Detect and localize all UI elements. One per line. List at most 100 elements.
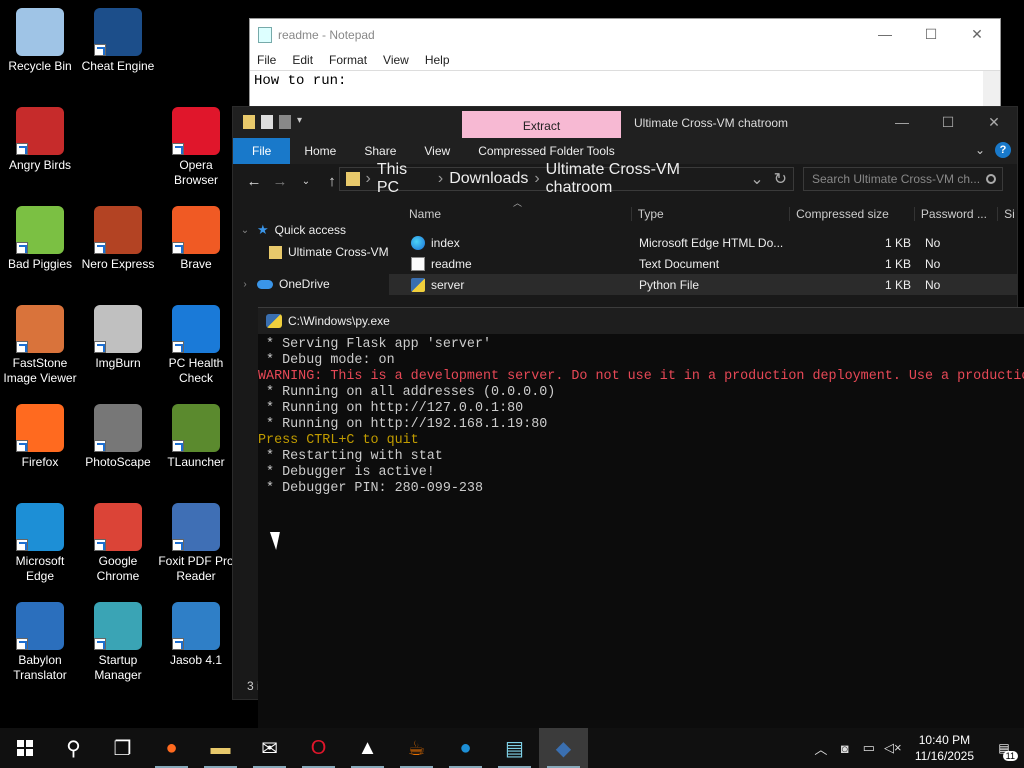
console-output[interactable]: * Serving Flask app 'server' * Debug mod… xyxy=(258,334,1024,497)
customize-toolbar-icon[interactable]: ▾ xyxy=(297,115,309,129)
desktop-icon-cheat-engine[interactable]: Cheat Engine xyxy=(78,8,158,74)
chevron-down-icon[interactable]: ⌄ xyxy=(233,225,257,236)
desktop-icon-babylon-translator[interactable]: Babylon Translator xyxy=(0,602,80,683)
desktop-icon-angry-birds[interactable]: Angry Birds xyxy=(0,107,80,173)
console-window[interactable]: C:\Windows\py.exe * Serving Flask app 's… xyxy=(258,307,1024,728)
search-box[interactable]: Search Ultimate Cross-VM ch... xyxy=(803,167,1003,191)
volume-muted-icon[interactable]: ◁× xyxy=(881,740,905,756)
column-compressed-size[interactable]: Compressed size xyxy=(789,207,914,221)
desktop-icon-google-chrome[interactable]: Google Chrome xyxy=(78,503,158,584)
notepad-window[interactable]: readme - Notepad — ☐ ✕ File Edit Format … xyxy=(249,18,1001,110)
desktop-icon-jasob-4-1[interactable]: Jasob 4.1 xyxy=(156,602,236,668)
notification-center-button[interactable]: ▤ 11 xyxy=(984,741,1024,761)
firefox-icon: ● xyxy=(165,736,178,759)
taskbar-edge-button[interactable]: ● xyxy=(441,728,490,768)
expand-ribbon-icon[interactable]: ⌄ xyxy=(975,143,985,157)
close-button[interactable]: ✕ xyxy=(954,26,1000,43)
search-input[interactable]: Search Ultimate Cross-VM ch... xyxy=(812,172,980,186)
desktop-icon-bad-piggies[interactable]: Bad Piggies xyxy=(0,206,80,272)
desktop-icon-opera-browser[interactable]: Opera Browser xyxy=(156,107,236,188)
desktop-icon-imgburn[interactable]: ImgBurn xyxy=(78,305,158,371)
notepad-editor[interactable]: How to run: xyxy=(250,70,1000,110)
menu-view[interactable]: View xyxy=(383,53,409,67)
desktop-icon-foxit-pdf-pro-reader[interactable]: Foxit PDF Pro Reader xyxy=(156,503,236,584)
desktop-icon-faststone-image-viewer[interactable]: FastStone Image Viewer xyxy=(0,305,80,386)
desktop-icon-nero-express[interactable]: Nero Express xyxy=(78,206,158,272)
address-bar[interactable]: › This PC › Downloads › Ultimate Cross-V… xyxy=(339,161,794,196)
network-icon[interactable]: ▭ xyxy=(857,740,881,756)
nav-quick-access[interactable]: ⌄ ★ Quick access xyxy=(233,219,389,241)
breadcrumb-current-folder[interactable]: Ultimate Cross-VM chatroom xyxy=(546,161,745,197)
taskbar-python-button[interactable]: ◆ xyxy=(539,728,588,768)
jasob-4-1-icon xyxy=(172,602,220,650)
taskbar-firefox-button[interactable]: ● xyxy=(147,728,196,768)
file-row-readme[interactable]: readme Text Document 1 KB No xyxy=(389,253,1017,274)
clock[interactable]: 10:40 PM 11/16/2025 xyxy=(905,732,984,764)
chevron-right-icon[interactable]: › xyxy=(366,170,371,188)
desktop-icon-label: Jasob 4.1 xyxy=(169,653,223,667)
chevron-up-icon[interactable]: ︿ xyxy=(809,739,833,758)
notepad-titlebar[interactable]: readme - Notepad — ☐ ✕ xyxy=(250,19,1000,50)
column-name[interactable]: Name xyxy=(389,207,631,221)
tab-file[interactable]: File xyxy=(233,138,291,164)
maximize-button[interactable]: ☐ xyxy=(925,107,971,138)
desktop-icon-tlauncher[interactable]: TLauncher xyxy=(156,404,236,470)
help-icon[interactable]: ? xyxy=(995,142,1011,158)
vertical-scrollbar[interactable] xyxy=(983,71,1000,110)
desktop-icon-microsoft-edge[interactable]: Microsoft Edge xyxy=(0,503,80,584)
menu-file[interactable]: File xyxy=(257,53,276,67)
close-button[interactable]: ✕ xyxy=(971,107,1017,138)
minimize-button[interactable]: — xyxy=(862,26,908,43)
desktop-icon-startup-manager[interactable]: Startup Manager xyxy=(78,602,158,683)
forward-arrow-icon[interactable]: → xyxy=(267,173,293,190)
breadcrumb-this-pc[interactable]: This PC xyxy=(377,161,432,197)
menu-help[interactable]: Help xyxy=(425,53,450,67)
back-arrow-icon[interactable]: ← xyxy=(241,173,267,190)
tab-home[interactable]: Home xyxy=(290,138,350,164)
desktop-icon-photoscape[interactable]: PhotoScape xyxy=(78,404,158,470)
desktop-icon-pc-health-check[interactable]: PC Health Check xyxy=(156,305,236,386)
chevron-down-icon[interactable]: ⌄ xyxy=(750,169,763,189)
chevron-right-icon[interactable]: › xyxy=(438,170,443,188)
minimize-button[interactable]: — xyxy=(879,107,925,138)
properties-icon[interactable] xyxy=(261,115,273,129)
chevron-right-icon[interactable]: › xyxy=(233,279,257,290)
maximize-button[interactable]: ☐ xyxy=(908,26,954,43)
column-password[interactable]: Password ... xyxy=(913,207,997,221)
folder-icon xyxy=(269,245,282,259)
camera-icon[interactable]: ◙ xyxy=(833,741,857,756)
recent-locations-icon[interactable]: ⌄ xyxy=(293,176,319,187)
taskbar-notepad-button[interactable]: ▤ xyxy=(490,728,539,768)
taskbar-mail-button[interactable]: ✉ xyxy=(245,728,294,768)
column-size[interactable]: Si xyxy=(997,207,1017,221)
desktop-icon-brave[interactable]: Brave xyxy=(156,206,236,272)
taskbar-file-explorer-button[interactable]: ▬ xyxy=(196,728,245,768)
taskbar-photos-button[interactable]: ▲ xyxy=(343,728,392,768)
taskbar-search-button[interactable]: ⚲ xyxy=(49,728,98,768)
file-password: No xyxy=(925,235,941,250)
file-row-server[interactable]: server Python File 1 KB No xyxy=(389,274,1017,295)
folder-icon[interactable] xyxy=(243,115,255,129)
nav-onedrive[interactable]: › OneDrive xyxy=(233,273,389,295)
file-row-index[interactable]: index Microsoft Edge HTML Do... 1 KB No xyxy=(389,232,1017,253)
chevron-right-icon[interactable]: › xyxy=(534,170,539,188)
new-folder-icon[interactable] xyxy=(279,115,291,129)
start-button[interactable] xyxy=(0,728,49,768)
menu-edit[interactable]: Edit xyxy=(292,53,313,67)
taskbar-java-button[interactable]: ☕ xyxy=(392,728,441,768)
explorer-titlebar[interactable]: ▾ Extract Ultimate Cross-VM chatroom — ☐… xyxy=(233,107,1017,138)
notepad-icon: ▤ xyxy=(505,737,524,760)
desktop-icon-firefox[interactable]: Firefox xyxy=(0,404,80,470)
desktop-icon-recycle-bin[interactable]: Recycle Bin xyxy=(0,8,80,74)
console-titlebar[interactable]: C:\Windows\py.exe xyxy=(258,308,1024,334)
taskbar-task-view-button[interactable]: ❐ xyxy=(98,728,147,768)
menu-format[interactable]: Format xyxy=(329,53,367,67)
column-type[interactable]: Type xyxy=(630,207,789,221)
star-icon: ★ xyxy=(257,222,269,237)
extract-context-tab[interactable]: Extract xyxy=(462,111,621,138)
search-icon[interactable] xyxy=(986,174,996,184)
breadcrumb-downloads[interactable]: Downloads xyxy=(449,170,528,188)
taskbar-opera-button[interactable]: O xyxy=(294,728,343,768)
refresh-icon[interactable]: ↻ xyxy=(774,169,787,189)
nav-folder-ultimate[interactable]: Ultimate Cross-VM xyxy=(233,241,389,263)
